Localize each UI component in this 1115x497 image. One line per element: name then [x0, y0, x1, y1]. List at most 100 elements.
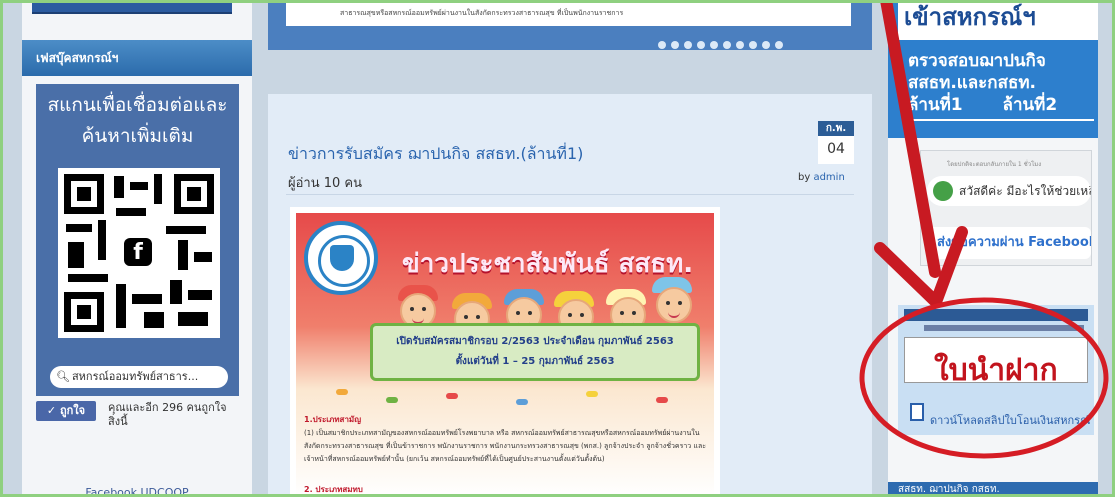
- slider-dot[interactable]: [684, 41, 692, 49]
- qr-module: [116, 284, 126, 328]
- chat-greeting-text: สวัสดีค่ะ มีอะไรให้ช่วยเหลือ: [959, 184, 1091, 198]
- slider-dot[interactable]: [658, 41, 666, 49]
- poster-section-1-text: (1) เป็นสมาชิกประเภทสามัญของสหกรณ์ออมทรั…: [304, 429, 706, 463]
- fund-tier-2-link[interactable]: ล้านที่2: [1003, 95, 1058, 115]
- deposit-slip-widget[interactable]: ใบนำฝาก ดาวน์โหลดสลิปใบโอนเงินสหกรณ์: [898, 305, 1094, 435]
- chat-greeting[interactable]: สวัสดีค่ะ มีอะไรให้ช่วยเหลือ: [927, 176, 1091, 206]
- slip-header: [904, 309, 1088, 321]
- fb-card-title-line1: สแกนเพื่อเชื่อมต่อและ: [47, 94, 228, 116]
- fund-check-links: ล้านที่1 ล้านที่2: [908, 94, 1057, 116]
- poster-section-1: 1.ประเภทสามัญ: [304, 415, 362, 424]
- qr-module: [170, 280, 182, 304]
- fund-check-line1: ตรวจสอบฌาปนกิจ: [908, 51, 1046, 71]
- main-content: สาธารณสุขหรือสหกรณ์ออมทรัพย์ผ่านงานในสัง…: [268, 0, 872, 497]
- poster-image: ข่าวประชาสัมพันธ์ สสธท. เปิดรับสมัครสมาช…: [296, 213, 714, 497]
- reader-count: ผู้อ่าน 10 คน: [288, 176, 363, 191]
- like-button-label: ถูกใจ: [59, 404, 86, 417]
- slider-caption: สาธารณสุขหรือสหกรณ์ออมทรัพย์ผ่านงานในสัง…: [340, 9, 624, 17]
- qr-module: [178, 312, 208, 326]
- slip-subheader: [924, 325, 1084, 331]
- slider-caption-area: สาธารณสุขหรือสหกรณ์ออมทรัพย์ผ่านงานในสัง…: [286, 0, 851, 26]
- messenger-button-label: ส่งข้อความผ่าน Facebook: [937, 235, 1091, 250]
- qr-module: [144, 312, 164, 328]
- slider-dot[interactable]: [671, 41, 679, 49]
- slider-dots: [658, 34, 788, 49]
- qr-module: [130, 182, 148, 190]
- slider-dot[interactable]: [710, 41, 718, 49]
- slider-dot[interactable]: [736, 41, 744, 49]
- slider-dot[interactable]: [697, 41, 705, 49]
- like-count-text: คุณและอีก 296 คนถูกใจสิ่งนี้: [108, 401, 227, 428]
- qr-module: [114, 176, 124, 198]
- left-sidebar: เฟสบุ๊คสหกรณ์ฯ สแกนเพื่อเชื่อมต่อและ ค้น…: [22, 0, 252, 497]
- slider-dot[interactable]: [775, 41, 783, 49]
- announcement-poster[interactable]: ข่าวประชาสัมพันธ์ สสธท. เปิดรับสมัครสมาช…: [290, 207, 720, 497]
- author-link[interactable]: admin: [813, 172, 844, 183]
- qr-module: [188, 290, 212, 300]
- post-divider: [286, 194, 854, 195]
- fb-page-name: สหกรณ์ออมทรัพย์สาธาร...: [71, 370, 199, 383]
- fb-card-title-line2: ค้นหาเพิ่มเติม: [81, 125, 194, 147]
- qr-finder: [174, 174, 214, 214]
- slider-dot[interactable]: [749, 41, 757, 49]
- qr-module: [68, 242, 84, 268]
- kid-illustration: [656, 287, 692, 323]
- qr-finder: [64, 174, 104, 214]
- qr-module: [68, 274, 108, 282]
- fund-tier-1-link[interactable]: ล้านที่1: [908, 95, 963, 115]
- like-button[interactable]: ✓ ถูกใจ: [36, 401, 96, 421]
- download-slip-link[interactable]: ดาวน์โหลดสลิปใบโอนเงินสหกรณ์: [930, 411, 1090, 429]
- next-widget-header: สสธท. ฌาปนกิจ กสธท.: [888, 482, 1098, 497]
- qr-module: [116, 208, 146, 216]
- coop-banner-title: เข้าสหกรณ์ฯ: [898, 0, 1098, 40]
- fund-check-line2: สสธท.และกสธท.: [908, 73, 1037, 93]
- poster-headline: ข่าวประชาสัมพันธ์ สสธท.: [402, 249, 694, 279]
- messenger-button[interactable]: ส่งข้อความผ่าน Facebook: [927, 227, 1091, 259]
- candy-decoration: [656, 397, 668, 403]
- candy-decoration: [336, 389, 348, 395]
- post-panel: ข่าวการรับสมัคร ฌาปนกิจ สสธท.(ล้านที่1) …: [268, 94, 872, 497]
- search-icon: 🔍︎: [56, 370, 70, 383]
- organization-logo: [304, 221, 378, 295]
- date-badge: ก.พ. 04: [818, 121, 854, 164]
- chat-response-note: โดยปกติจะตอบกลับภายใน 1 ชั่วโมง: [947, 161, 1042, 168]
- facebook-icon: f: [120, 234, 156, 270]
- fb-footer-link[interactable]: Facebook UDCOOP: [22, 486, 252, 497]
- post-byline: by admin: [798, 172, 845, 183]
- qr-module: [178, 240, 188, 270]
- enrollment-round: เปิดรับสมัครสมาชิกรอบ 2/2563 ประจำเดือน …: [396, 336, 674, 347]
- qr-module: [166, 226, 206, 234]
- qr-module: [194, 252, 212, 262]
- qr-module: [132, 294, 162, 304]
- fund-check-banner[interactable]: เข้าสหกรณ์ฯ ตรวจสอบฌาปนกิจ สสธท.และกสธท.…: [888, 0, 1098, 138]
- fb-qr-card[interactable]: สแกนเพื่อเชื่อมต่อและ ค้นหาเพิ่มเติม f 🔍…: [36, 84, 239, 396]
- image-slider[interactable]: สาธารณสุขหรือสหกรณ์ออมทรัพย์ผ่านงานในสัง…: [268, 0, 872, 50]
- candy-decoration: [386, 397, 398, 403]
- right-sidebar: เข้าสหกรณ์ฯ ตรวจสอบฌาปนกิจ สสธท.และกสธท.…: [888, 0, 1098, 497]
- qr-module: [98, 220, 106, 260]
- qr-code[interactable]: f: [58, 168, 220, 338]
- deposit-slip-label: ใบนำฝาก: [934, 353, 1058, 388]
- qr-finder: [64, 292, 104, 332]
- chat-widget: โดยปกติจะตอบกลับภายใน 1 ชั่วโมง สวัสดีค่…: [920, 150, 1092, 266]
- banner-underline: [908, 119, 1094, 121]
- byline-prefix: by: [798, 172, 811, 183]
- slider-dot[interactable]: [723, 41, 731, 49]
- poster-section-2: 2. ประเภทสมทบ: [304, 485, 363, 494]
- enrollment-dates: ตั้งแต่วันที่ 1 – 25 กุมภาพันธ์ 2563: [455, 356, 615, 367]
- fund-check-text: ตรวจสอบฌาปนกิจ สสธท.และกสธท. ล้านที่1 ล้…: [908, 50, 1057, 116]
- enrollment-banner: เปิดรับสมัครสมาชิกรอบ 2/2563 ประจำเดือน …: [370, 323, 700, 381]
- left-top-banner[interactable]: [32, 0, 232, 14]
- fb-widget-header: เฟสบุ๊คสหกรณ์ฯ: [22, 40, 252, 76]
- qr-module: [154, 174, 162, 204]
- document-icon: [910, 403, 924, 421]
- slider-dot[interactable]: [762, 41, 770, 49]
- date-month: ก.พ.: [818, 121, 854, 136]
- qr-module: [66, 224, 92, 232]
- candy-decoration: [446, 393, 458, 399]
- candy-decoration: [516, 399, 528, 405]
- fb-page-search[interactable]: 🔍︎ สหกรณ์ออมทรัพย์สาธาร...: [50, 366, 228, 388]
- date-day: 04: [827, 141, 845, 157]
- post-title-link[interactable]: ข่าวการรับสมัคร ฌาปนกิจ สสธท.(ล้านที่1): [288, 142, 583, 167]
- chat-avatar-icon: [933, 181, 953, 201]
